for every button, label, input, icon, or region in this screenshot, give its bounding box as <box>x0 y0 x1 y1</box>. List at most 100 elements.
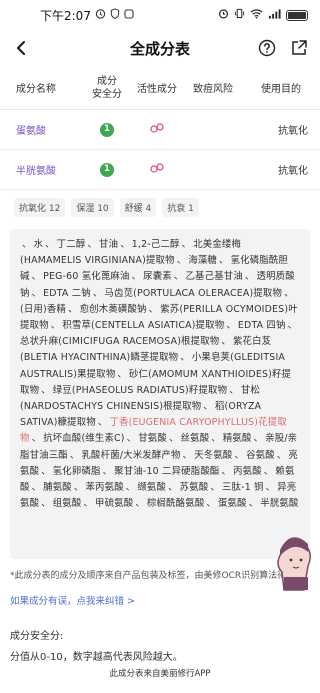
ingredient-item[interactable]: 绿豆(PHASEOLUS RADIATUS)籽提取物 <box>53 385 227 396</box>
ingredient-item[interactable]: 蛋氨酸 <box>218 498 247 509</box>
ingredient-separator: 、 <box>31 433 42 445</box>
header-acne: 致痘风险 <box>193 84 233 95</box>
ingredient-separator: 、 <box>206 498 216 510</box>
question-circle-icon <box>258 39 276 57</box>
ingredient-item[interactable]: 丁二醇 <box>57 239 86 250</box>
ingredient-list: 、水、丁二醇、甘油、 1,2-己二醇、北美金缕梅(HAMAMELIS VIRGIN… <box>10 229 310 559</box>
ingredient-item[interactable]: EDTA 四钠 <box>238 320 286 331</box>
ingredient-separator: 、 <box>248 498 259 510</box>
table-row[interactable]: 半胱氨酸 1 抗氧化 <box>0 150 320 190</box>
ingredient-item[interactable]: 甘氨酸 <box>138 433 167 444</box>
ingredient-item[interactable]: 马齿苋(PORTULACA OLERACEA)提取物 <box>104 288 282 299</box>
ingredient-separator: 、 <box>97 417 108 429</box>
tag-soothing[interactable]: 舒缓 4 <box>119 198 157 217</box>
use-purpose: 抗氧化 <box>278 126 308 137</box>
ingredient-separator: 、 <box>68 303 78 315</box>
status-right <box>218 8 308 22</box>
ingredient-separator: 、 <box>219 255 229 267</box>
safety-badge: 1 <box>100 122 114 137</box>
table-row[interactable]: 蛋氨酸 1 抗氧化 <box>0 110 320 150</box>
tag-anti-aging[interactable]: 抗衰 1 <box>162 198 199 217</box>
ingredient-item[interactable]: 愈创木薁磺酸钠 <box>80 304 147 315</box>
shield-status-icon <box>110 8 120 22</box>
header-active: 活性成分 <box>137 84 177 95</box>
ingredient-item[interactable]: 丝氨酸 <box>181 433 210 444</box>
active-ingredient-icon <box>150 163 164 173</box>
ingredient-name[interactable]: 半胱氨酸 <box>0 162 84 177</box>
ingredient-item[interactable]: 棕榈酰酪氨酸 <box>147 498 204 509</box>
ingredient-item[interactable]: 水 <box>34 239 44 250</box>
ingredient-separator: 、 <box>31 287 42 299</box>
ingredient-separator: 、 <box>41 498 51 510</box>
ingredient-name[interactable]: 蛋氨酸 <box>0 122 84 137</box>
ingredient-separator: 、 <box>135 498 145 510</box>
ingredient-separator: 、 <box>148 303 159 315</box>
ingredient-separator: 、 <box>287 320 298 332</box>
ingredient-item[interactable]: 聚甘油-10 二异硬脂酸酯 <box>114 466 219 477</box>
tag-moisturizing[interactable]: 保湿 10 <box>71 198 114 217</box>
ingredient-separator: 、 <box>131 271 142 283</box>
ingredient-separator: 、 <box>73 482 84 494</box>
ingredient-item[interactable]: 抗坏血酸(维生素C) <box>43 433 125 444</box>
ingredient-item[interactable]: (日用)香精 <box>20 304 66 315</box>
use-purpose: 抗氧化 <box>278 166 308 177</box>
share-icon <box>292 40 307 55</box>
footer-source: 此成分表来自美丽修行APP <box>109 669 211 679</box>
ingredient-separator: 、 <box>221 465 232 477</box>
ingredient-item[interactable]: 苏氨酸 <box>180 482 209 493</box>
header-use: 使用目的 <box>261 84 301 95</box>
ingredient-separator: 、 <box>226 320 236 332</box>
status-left: 下午2:07 <box>40 7 134 24</box>
ingredient-separator: 、 <box>276 449 287 461</box>
ingredient-item[interactable]: 乳酸杆菌/大米发酵产物 <box>81 450 180 461</box>
ingredient-item[interactable]: 半胱氨酸 <box>260 498 298 509</box>
share-button[interactable] <box>288 37 310 59</box>
ingredient-item[interactable]: 尿囊素 <box>143 271 172 282</box>
ingredient-separator: 、 <box>168 433 179 445</box>
back-button[interactable] <box>10 37 32 59</box>
ingredient-separator: 、 <box>211 433 221 445</box>
ingredient-item[interactable]: 缬氨酸 <box>137 482 166 493</box>
safety-score: 1 <box>84 162 130 177</box>
ingredient-separator: 、 <box>22 239 32 250</box>
ingredient-separator: 、 <box>263 465 274 477</box>
tag-antioxidant[interactable]: 抗氧化 12 <box>14 198 66 217</box>
ingredient-separator: 、 <box>102 465 113 477</box>
help-button[interactable] <box>256 37 278 59</box>
ingredient-item[interactable]: 精氨酸 <box>223 433 252 444</box>
ingredient-item[interactable]: EDTA 二钠 <box>43 288 91 299</box>
safety-badge: 1 <box>100 162 114 177</box>
ingredient-separator: 、 <box>181 239 192 250</box>
ingredient-item[interactable]: 组氨酸 <box>53 498 82 509</box>
chevron-left-icon <box>17 41 25 55</box>
ingredient-separator: 、 <box>173 271 184 283</box>
battery-icon <box>286 9 308 21</box>
ingredient-item[interactable]: 丙氨酸 <box>233 466 262 477</box>
ingredient-item[interactable]: 脯氨酸 <box>43 482 72 493</box>
ingredient-separator: 、 <box>203 401 213 413</box>
ingredient-item[interactable]: 甲硫氨酸 <box>95 498 133 509</box>
nav-actions <box>256 37 310 59</box>
ingredient-item[interactable]: 1,2-己二醇 <box>132 239 180 250</box>
ingredient-item[interactable]: PEG-60 氢化蓖麻油 <box>43 271 129 282</box>
ingredient-item[interactable]: 甘油 <box>99 239 118 250</box>
ingredient-item[interactable]: 积雪草(CENTELLA ASIATICA)提取物 <box>62 320 224 331</box>
ingredient-separator: 、 <box>210 482 220 494</box>
ingredient-item[interactable]: 苯丙氨酸 <box>85 482 123 493</box>
ingredient-item[interactable]: 氢化卵磷脂 <box>53 466 101 477</box>
header-safety-line1: 成分 <box>97 75 117 87</box>
ingredient-separator: 、 <box>221 336 231 348</box>
ingredient-item[interactable]: 天冬氨酸 <box>194 450 232 461</box>
header-safety: 成分 安全分 <box>84 75 130 101</box>
ingredient-separator: 、 <box>50 320 61 332</box>
ingredient-item[interactable]: 海藻糖 <box>188 255 217 266</box>
alarm-icon <box>95 8 106 22</box>
ingredient-separator: 、 <box>120 239 130 250</box>
ingredient-separator: 、 <box>265 482 276 494</box>
ingredient-item[interactable]: 乙基己基甘油 <box>185 271 242 282</box>
ingredient-separator: 、 <box>126 433 137 445</box>
ingredient-item[interactable]: 总状升麻(CIMICIFUGA RACEMOSA)根提取物 <box>20 336 219 347</box>
ingredient-separator: 、 <box>41 465 51 477</box>
ingredient-item[interactable]: 谷氨酸 <box>246 450 275 461</box>
ingredient-item[interactable]: 三肽-1 铜 <box>222 482 264 493</box>
